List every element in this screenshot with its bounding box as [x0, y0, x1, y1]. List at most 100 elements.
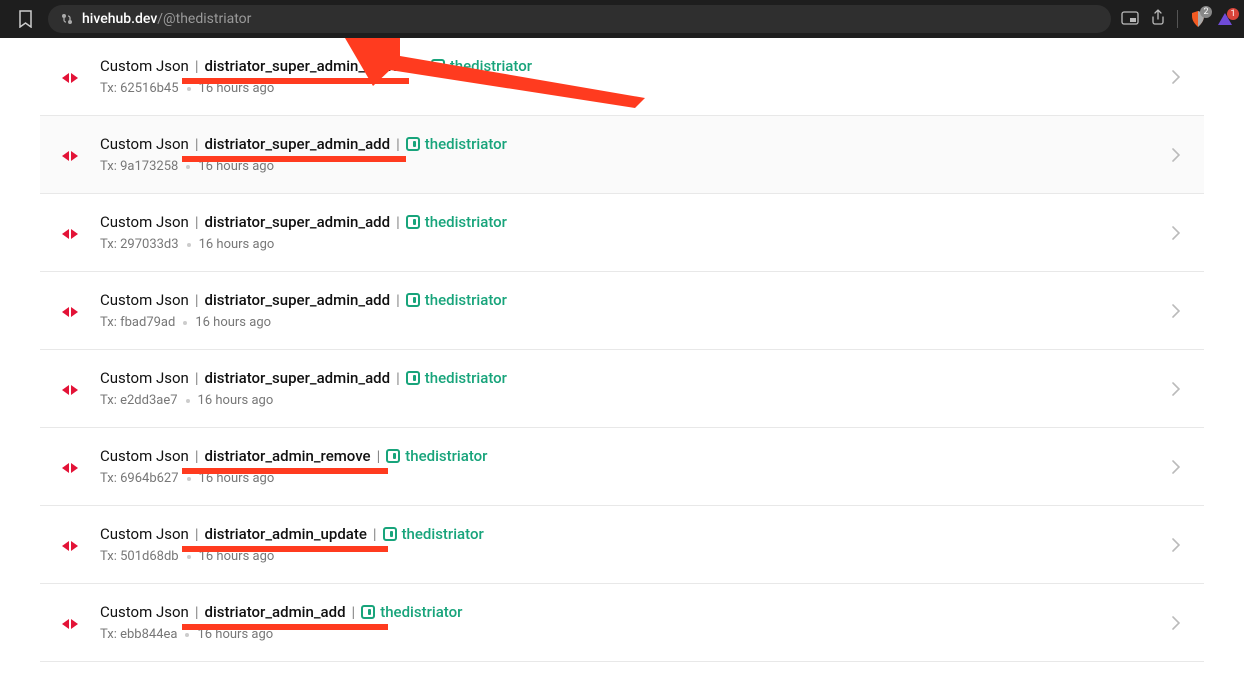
- chevron-right-icon: [1172, 616, 1180, 630]
- rewards-badge: 1: [1227, 8, 1239, 20]
- user-avatar-icon: [406, 293, 420, 307]
- transaction-row[interactable]: Custom Json | distriator_super_admin_add…: [40, 350, 1204, 428]
- user-link[interactable]: thedistriator: [406, 135, 507, 153]
- brave-rewards-icon[interactable]: 1: [1218, 13, 1232, 25]
- tx-time: 16 hours ago: [198, 159, 274, 174]
- separator: |: [396, 291, 400, 309]
- chevron-right-icon: [1172, 148, 1180, 162]
- transaction-row[interactable]: Custom Json | distriator_super_admin_add…: [40, 194, 1204, 272]
- transaction-row[interactable]: Custom Json | distriator_admin_update | …: [40, 506, 1204, 584]
- op-type: Custom Json: [100, 57, 189, 75]
- user-link[interactable]: thedistriator: [386, 447, 487, 465]
- user-link[interactable]: thedistriator: [361, 603, 462, 621]
- chevron-right-icon: [1172, 460, 1180, 474]
- separator: |: [421, 57, 425, 75]
- op-name: distriator_super_admin_add: [205, 213, 391, 231]
- transaction-row[interactable]: Custom Json | distriator_super_admin_add…: [40, 272, 1204, 350]
- separator: |: [396, 213, 400, 231]
- row-title: Custom Json | distriator_admin_update | …: [100, 525, 1180, 543]
- tx-id: Tx: 6964b627: [100, 471, 179, 486]
- tx-time: 16 hours ago: [199, 471, 275, 486]
- user-avatar-icon: [406, 137, 420, 151]
- user-name: thedistriator: [402, 525, 484, 543]
- tx-id: Tx: e2dd3ae7: [100, 393, 178, 408]
- tx-time: 16 hours ago: [195, 315, 271, 330]
- op-type: Custom Json: [100, 447, 189, 465]
- op-name: distriator_admin_add: [205, 603, 346, 621]
- user-avatar-icon: [386, 449, 400, 463]
- address-text: hivehub.dev/@thedistriator: [82, 11, 251, 27]
- user-link[interactable]: thedistriator: [406, 291, 507, 309]
- user-avatar-icon: [406, 215, 420, 229]
- user-link[interactable]: thedistriator: [406, 213, 507, 231]
- user-link[interactable]: thedistriator: [431, 57, 532, 75]
- dot-separator: [186, 165, 190, 169]
- row-title: Custom Json | distriator_super_admin_rem…: [100, 57, 1180, 75]
- transaction-row[interactable]: Custom Json | distriator_admin_add | the…: [40, 584, 1204, 662]
- user-avatar-icon: [431, 59, 445, 73]
- page-content: Custom Json | distriator_super_admin_rem…: [0, 38, 1244, 662]
- hive-logo-icon: [60, 380, 80, 404]
- separator: |: [195, 447, 199, 465]
- address-bar[interactable]: hivehub.dev/@thedistriator: [48, 5, 1111, 33]
- user-name: thedistriator: [425, 291, 507, 309]
- pip-icon[interactable]: [1121, 10, 1139, 29]
- dot-separator: [186, 399, 190, 403]
- hive-logo-icon: [60, 302, 80, 326]
- separator: |: [195, 135, 199, 153]
- tx-id: Tx: 297033d3: [100, 237, 179, 252]
- separator: |: [396, 369, 400, 387]
- brave-shield-icon[interactable]: 2: [1190, 10, 1206, 28]
- row-title: Custom Json | distriator_super_admin_add…: [100, 213, 1180, 231]
- row-meta: Tx: ebb844ea 16 hours ago: [100, 627, 1180, 642]
- dot-separator: [187, 243, 191, 247]
- site-settings-icon[interactable]: [60, 12, 74, 26]
- tx-id: Tx: 62516b45: [100, 81, 179, 96]
- transaction-row[interactable]: Custom Json | distriator_super_admin_rem…: [40, 38, 1204, 116]
- browser-bar: hivehub.dev/@thedistriator 2 1: [0, 0, 1244, 38]
- hive-logo-icon: [60, 458, 80, 482]
- separator: |: [195, 525, 199, 543]
- transaction-row[interactable]: Custom Json | distriator_admin_remove | …: [40, 428, 1204, 506]
- browser-right-icons: 2 1: [1121, 9, 1232, 29]
- op-name: distriator_super_admin_add: [205, 291, 391, 309]
- dot-separator: [187, 477, 191, 481]
- user-name: thedistriator: [425, 135, 507, 153]
- hive-logo-icon: [60, 224, 80, 248]
- row-title: Custom Json | distriator_admin_add | the…: [100, 603, 1180, 621]
- user-avatar-icon: [361, 605, 375, 619]
- dot-separator: [185, 633, 189, 637]
- hive-logo-icon: [60, 614, 80, 638]
- user-name: thedistriator: [425, 369, 507, 387]
- share-icon[interactable]: [1151, 9, 1165, 29]
- user-link[interactable]: thedistriator: [383, 525, 484, 543]
- user-name: thedistriator: [405, 447, 487, 465]
- transaction-row[interactable]: Custom Json | distriator_super_admin_add…: [40, 116, 1204, 194]
- user-avatar-icon: [406, 371, 420, 385]
- tx-time: 16 hours ago: [199, 81, 275, 96]
- separator: |: [377, 447, 381, 465]
- op-type: Custom Json: [100, 603, 189, 621]
- row-title: Custom Json | distriator_super_admin_add…: [100, 369, 1180, 387]
- op-type: Custom Json: [100, 369, 189, 387]
- separator: |: [373, 525, 377, 543]
- user-link[interactable]: thedistriator: [406, 369, 507, 387]
- transaction-list: Custom Json | distriator_super_admin_rem…: [40, 38, 1204, 662]
- tx-id: Tx: ebb844ea: [100, 627, 177, 642]
- user-name: thedistriator: [450, 57, 532, 75]
- tx-time: 16 hours ago: [197, 627, 273, 642]
- row-meta: Tx: 501d68db 16 hours ago: [100, 549, 1180, 564]
- row-title: Custom Json | distriator_admin_remove | …: [100, 447, 1180, 465]
- tx-time: 16 hours ago: [199, 237, 275, 252]
- op-name: distriator_super_admin_add: [205, 135, 391, 153]
- bookmark-icon[interactable]: [12, 6, 38, 32]
- address-path: /@thedistriator: [157, 11, 251, 27]
- op-name: distriator_super_admin_add: [205, 369, 391, 387]
- separator: |: [195, 291, 199, 309]
- op-type: Custom Json: [100, 135, 189, 153]
- tx-time: 16 hours ago: [199, 549, 275, 564]
- chevron-right-icon: [1172, 304, 1180, 318]
- separator: |: [195, 369, 199, 387]
- op-type: Custom Json: [100, 213, 189, 231]
- dot-separator: [187, 87, 191, 91]
